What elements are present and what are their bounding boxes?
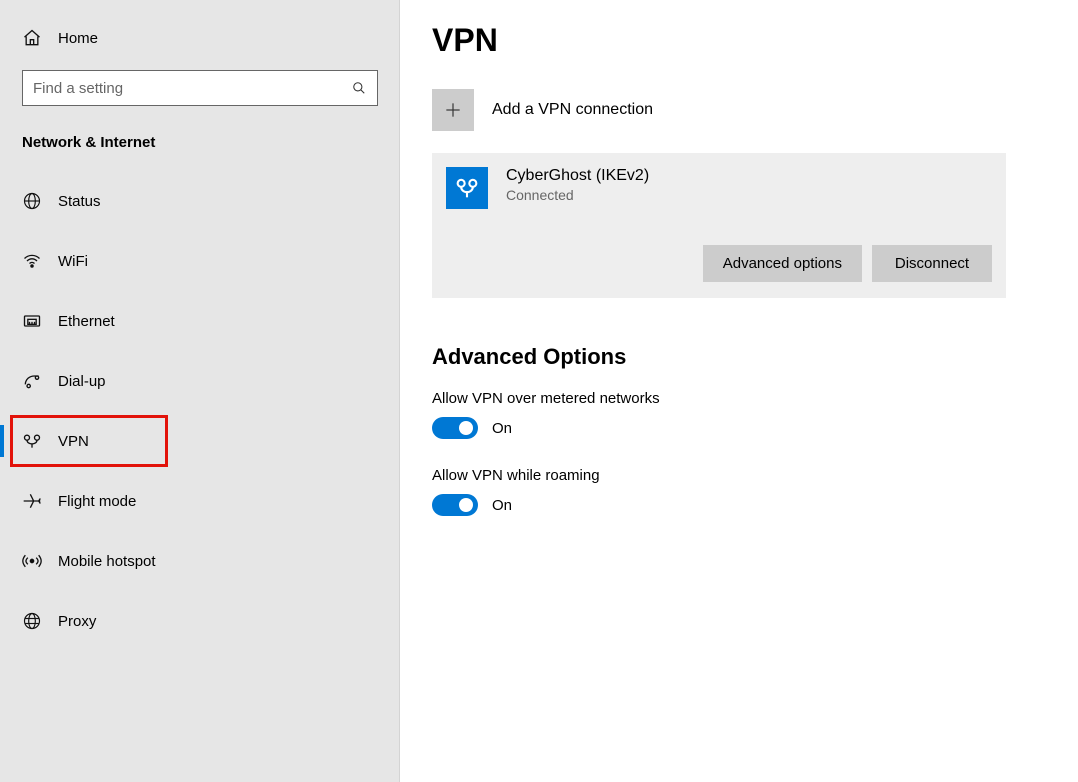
wifi-icon	[22, 251, 42, 271]
vpn-connection-name: CyberGhost (IKEv2)	[506, 167, 649, 185]
sidebar-item-label: Proxy	[58, 613, 96, 630]
sidebar-item-wifi[interactable]: WiFi	[0, 237, 400, 285]
main-panel: VPN Add a VPN connection CyberGhost (IKE…	[400, 0, 1078, 782]
sidebar-item-mobile-hotspot[interactable]: Mobile hotspot	[0, 537, 400, 585]
sidebar-item-label: VPN	[58, 433, 89, 450]
toggle-label-roaming: Allow VPN while roaming	[432, 467, 1078, 484]
toggle-group-roaming: Allow VPN while roaming On	[432, 467, 1078, 516]
advanced-options-heading: Advanced Options	[432, 344, 1078, 370]
home-icon	[22, 28, 42, 48]
toggle-group-metered: Allow VPN over metered networks On	[432, 390, 1078, 439]
sidebar-item-flight-mode[interactable]: Flight mode	[0, 477, 400, 525]
vpn-connection-status: Connected	[506, 187, 649, 203]
sidebar-item-status[interactable]: Status	[0, 177, 400, 225]
disconnect-button[interactable]: Disconnect	[872, 245, 992, 282]
proxy-icon	[22, 611, 42, 631]
sidebar-item-proxy[interactable]: Proxy	[0, 597, 400, 645]
ethernet-icon	[22, 311, 42, 331]
search-icon	[351, 80, 367, 96]
page-title: VPN	[432, 22, 1078, 59]
airplane-icon	[22, 491, 42, 511]
vpn-connection-card[interactable]: CyberGhost (IKEv2) Connected Advanced op…	[432, 153, 1006, 298]
sidebar-item-dialup[interactable]: Dial-up	[0, 357, 400, 405]
sidebar: Home Network & Internet Status	[0, 0, 400, 782]
sidebar-item-label: Dial-up	[58, 373, 106, 390]
sidebar-category-title: Network & Internet	[0, 124, 400, 163]
toggle-metered[interactable]	[432, 417, 478, 439]
globe-icon	[22, 191, 42, 211]
sidebar-home-label: Home	[58, 30, 98, 47]
add-vpn-row[interactable]: Add a VPN connection	[432, 89, 1078, 131]
sidebar-item-label: Status	[58, 193, 101, 210]
sidebar-item-vpn[interactable]: VPN	[0, 417, 400, 465]
toggle-roaming[interactable]	[432, 494, 478, 516]
sidebar-home[interactable]: Home	[0, 18, 400, 58]
sidebar-item-label: Ethernet	[58, 313, 115, 330]
sidebar-item-ethernet[interactable]: Ethernet	[0, 297, 400, 345]
toggle-metered-state: On	[492, 420, 512, 437]
search-box[interactable]	[22, 70, 378, 106]
vpn-connection-icon	[446, 167, 488, 209]
sidebar-item-label: Mobile hotspot	[58, 553, 156, 570]
advanced-options-button[interactable]: Advanced options	[703, 245, 862, 282]
toggle-roaming-state: On	[492, 497, 512, 514]
add-vpn-label: Add a VPN connection	[492, 101, 653, 119]
toggle-label-metered: Allow VPN over metered networks	[432, 390, 1078, 407]
search-input[interactable]	[33, 80, 351, 97]
sidebar-item-label: Flight mode	[58, 493, 136, 510]
sidebar-item-label: WiFi	[58, 253, 88, 270]
hotspot-icon	[22, 551, 42, 571]
dialup-icon	[22, 371, 42, 391]
plus-icon	[432, 89, 474, 131]
vpn-icon	[22, 431, 42, 451]
